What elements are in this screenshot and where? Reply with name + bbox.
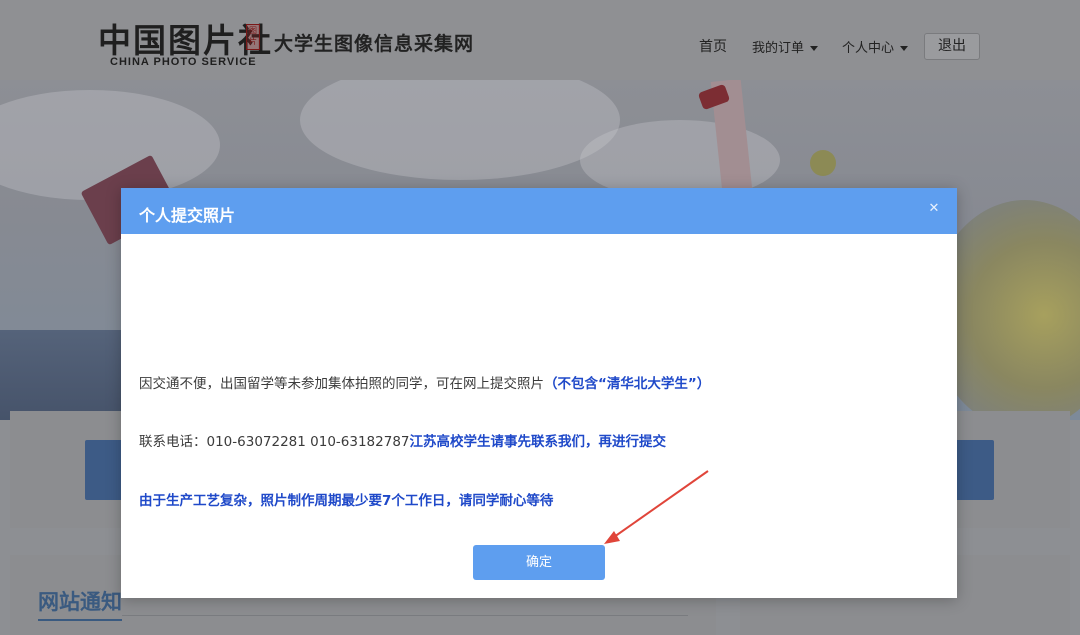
site-header: 中国图片社 图片 CHINA PHOTO SERVICE 大学生图像信息采集网 … (0, 0, 1080, 80)
confirm-button[interactable]: 确定 (473, 545, 605, 580)
nav-my-orders-label: 我的订单 (752, 41, 805, 56)
chevron-down-icon (900, 46, 909, 51)
nav-home[interactable]: 首页 (699, 36, 727, 56)
logo-seal: 图片 (246, 24, 260, 50)
notice-title: 网站通知 (38, 586, 122, 621)
notice-line-3-emphasis: 由于生产工艺复杂，照片制作周期最少要7个工作日，请同学耐心等待 (139, 493, 554, 509)
nav-personal-center-dropdown[interactable]: 个人中心 (842, 37, 909, 56)
submit-photo-modal: 个人提交照片 ✕ 因交通不便，出国留学等未参加集体拍照的同学，可在网上提交照片（… (121, 188, 957, 598)
logo-english-name: CHINA PHOTO SERVICE (110, 56, 257, 68)
nav-personal-center-label: 个人中心 (842, 41, 895, 56)
modal-notice-line-3: 由于生产工艺复杂，照片制作周期最少要7个工作日，请同学耐心等待 (139, 489, 553, 509)
site-tagline: 大学生图像信息采集网 (274, 33, 475, 55)
notice-line-2-emphasis: 江苏高校学生请事先联系我们，再进行提交 (409, 434, 667, 450)
modal-notice-line-1: 因交通不便，出国留学等未参加集体拍照的同学，可在网上提交照片（不包含“清华北大学… (139, 372, 710, 392)
nav-my-orders-dropdown[interactable]: 我的订单 (752, 37, 819, 56)
banner-cloud (300, 80, 620, 180)
notice-line-1-emphasis: （不包含“清华北大学生”） (544, 376, 711, 392)
modal-title: 个人提交照片 (139, 206, 236, 225)
chevron-down-icon (810, 46, 819, 51)
banner-flower (810, 150, 836, 176)
logout-button[interactable]: 退出 (924, 33, 980, 60)
notice-line-1-text: 因交通不便，出国留学等未参加集体拍照的同学，可在网上提交照片 (139, 376, 544, 392)
nav-home-label: 首页 (699, 39, 727, 55)
modal-notice-line-2: 联系电话：010-63072281 010-63182787江苏高校学生请事先联… (139, 430, 666, 450)
modal-header: 个人提交照片 ✕ (121, 188, 957, 234)
contact-phone-text: 联系电话：010-63072281 010-63182787 (139, 434, 410, 450)
notice-divider (122, 615, 688, 616)
close-icon[interactable]: ✕ (927, 202, 941, 216)
